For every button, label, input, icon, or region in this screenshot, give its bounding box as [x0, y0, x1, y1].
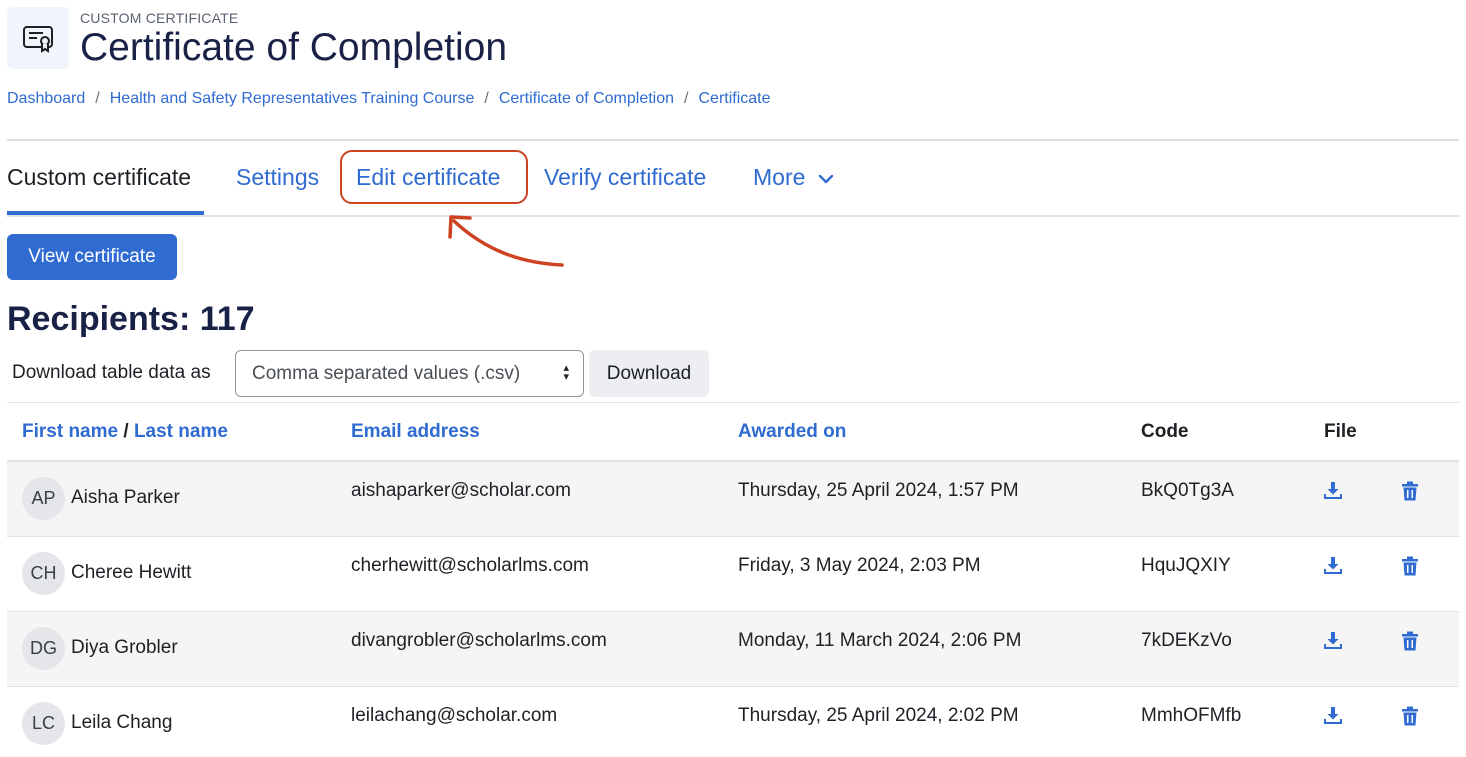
delete-trash-icon[interactable]: [1398, 629, 1422, 653]
table-row: LC Leila Chang leilachang@scholar.com Th…: [7, 687, 1459, 757]
recipient-email: cherhewitt@scholarlms.com: [351, 555, 589, 576]
breadcrumb-course[interactable]: Health and Safety Representatives Traini…: [110, 90, 475, 108]
download-format-select[interactable]: Comma separated values (.csv) ▴ ▾: [235, 350, 584, 397]
tab-label: More: [753, 164, 806, 190]
view-certificate-button[interactable]: View certificate: [7, 234, 177, 280]
download-format-label: Download table data as: [12, 362, 211, 383]
annotation-arrow-icon: [448, 215, 564, 267]
certificate-code: HquJQXIY: [1141, 555, 1231, 576]
avatar[interactable]: CH: [22, 552, 65, 595]
recipients-table: First name / Last name Email address Awa…: [7, 402, 1459, 757]
delete-trash-icon[interactable]: [1398, 479, 1422, 503]
recipient-name[interactable]: Diya Grobler: [71, 637, 178, 659]
awarded-date: Friday, 3 May 2024, 2:03 PM: [738, 555, 981, 576]
select-caret-icon: ▴ ▾: [563, 362, 569, 383]
annotation-highlight-box: [340, 150, 528, 204]
table-row: DG Diya Grobler divangrobler@scholarlms.…: [7, 612, 1459, 687]
avatar[interactable]: DG: [22, 627, 65, 670]
header-file: File: [1324, 421, 1357, 442]
breadcrumb-separator: /: [684, 90, 689, 107]
page-title: Certificate of Completion: [80, 26, 508, 69]
recipient-name[interactable]: Cheree Hewitt: [71, 562, 191, 584]
recipients-heading: Recipients: 117: [7, 300, 255, 338]
sort-last-name-link[interactable]: Last name: [134, 421, 228, 442]
delete-trash-icon[interactable]: [1398, 554, 1422, 578]
certificate-code: BkQ0Tg3A: [1141, 480, 1234, 501]
download-icon[interactable]: [1321, 704, 1345, 728]
breadcrumb: Dashboard / Health and Safety Representa…: [7, 90, 771, 108]
name-separator: /: [123, 421, 129, 442]
breadcrumb-separator: /: [484, 90, 489, 107]
header-code: Code: [1141, 421, 1189, 442]
avatar[interactable]: AP: [22, 477, 65, 520]
header-name: First name / Last name: [22, 421, 228, 443]
tab-verify-certificate[interactable]: Verify certificate: [544, 160, 706, 194]
tabs-divider: [7, 215, 1459, 217]
tab-custom-certificate[interactable]: Custom certificate: [7, 160, 204, 215]
avatar[interactable]: LC: [22, 702, 65, 745]
table-row: CH Cheree Hewitt cherhewitt@scholarlms.c…: [7, 537, 1459, 612]
awarded-date: Thursday, 25 April 2024, 1:57 PM: [738, 480, 1019, 501]
breadcrumb-activity[interactable]: Certificate of Completion: [499, 90, 674, 108]
table-row: AP Aisha Parker aishaparker@scholar.com …: [7, 462, 1459, 537]
breadcrumb-separator: /: [95, 90, 100, 107]
awarded-date: Monday, 11 March 2024, 2:06 PM: [738, 630, 1022, 651]
tab-label: Custom certificate: [7, 164, 192, 190]
chevron-down-icon: [818, 174, 833, 184]
header-divider: [7, 139, 1459, 141]
download-icon[interactable]: [1321, 629, 1345, 653]
download-button[interactable]: Download: [589, 350, 709, 397]
tab-more[interactable]: More: [753, 160, 834, 194]
secondary-navigation: Custom certificate Settings Edit certifi…: [7, 160, 1459, 216]
awarded-date: Thursday, 25 April 2024, 2:02 PM: [738, 705, 1019, 726]
recipient-name[interactable]: Leila Chang: [71, 712, 172, 734]
sort-first-name-link[interactable]: First name: [22, 421, 118, 442]
recipient-email: leilachang@scholar.com: [351, 705, 558, 726]
tab-settings[interactable]: Settings: [236, 160, 319, 194]
sort-email-link[interactable]: Email address: [351, 421, 480, 442]
recipient-email: aishaparker@scholar.com: [351, 480, 571, 501]
download-icon[interactable]: [1321, 554, 1345, 578]
breadcrumb-dashboard[interactable]: Dashboard: [7, 90, 85, 108]
header-email: Email address: [351, 421, 480, 443]
recipient-email: divangrobler@scholarlms.com: [351, 630, 607, 651]
certificate-code: MmhOFMfb: [1141, 705, 1242, 726]
header-awarded-on: Awarded on: [738, 421, 846, 443]
breadcrumb-certificate[interactable]: Certificate: [698, 90, 770, 108]
delete-trash-icon[interactable]: [1398, 704, 1422, 728]
recipient-name[interactable]: Aisha Parker: [71, 487, 180, 509]
sort-awarded-on-link[interactable]: Awarded on: [738, 421, 846, 442]
table-header: First name / Last name Email address Awa…: [7, 402, 1459, 462]
module-type-label: CUSTOM CERTIFICATE: [80, 10, 239, 26]
certificate-icon: [7, 7, 69, 69]
download-icon[interactable]: [1321, 479, 1345, 503]
certificate-code: 7kDEKzVo: [1141, 630, 1232, 651]
selected-format: Comma separated values (.csv): [252, 362, 521, 384]
